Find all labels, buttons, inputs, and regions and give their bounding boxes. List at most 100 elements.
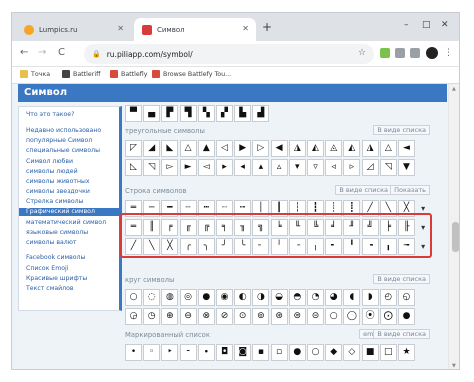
back-button[interactable]: ←	[20, 47, 28, 59]
symbol-cell[interactable]: △	[379, 140, 397, 157]
sidebar-item[interactable]: Красивые шрифты	[26, 275, 87, 283]
symbol-cell[interactable]: ◒	[270, 289, 288, 306]
symbol-cell[interactable]: ○	[307, 344, 324, 361]
symbol-cell[interactable]: ▼	[398, 159, 415, 176]
new-tab-button[interactable]: +	[262, 21, 272, 33]
maximize-button[interactable]: □	[422, 20, 431, 30]
symbol-cell[interactable]: ★	[398, 344, 415, 361]
tab-lumpics[interactable]: Lumpics.ru ✕	[16, 18, 131, 41]
symbol-cell[interactable]: ◺	[125, 159, 142, 176]
symbol-cell[interactable]: ◢	[143, 140, 161, 157]
symbol-cell[interactable]: ◖	[343, 289, 361, 306]
forward-button[interactable]: →	[38, 47, 46, 59]
symbol-cell[interactable]: ⊗	[197, 308, 215, 325]
symbol-cell[interactable]: ▸	[216, 159, 233, 176]
sidebar-item[interactable]: математический символ	[26, 219, 106, 227]
symbol-cell[interactable]: ▞	[216, 105, 233, 122]
symbol-cell[interactable]: ◙	[234, 344, 252, 361]
symbol-cell[interactable]: ▵	[270, 159, 288, 176]
extension-icon[interactable]	[410, 48, 420, 58]
sidebar-item[interactable]: языковые символы	[26, 229, 88, 237]
symbol-cell[interactable]: ►	[179, 159, 197, 176]
symbol-cell[interactable]: ▄	[143, 105, 161, 122]
symbol-cell[interactable]: ◇	[343, 344, 361, 361]
symbol-cell[interactable]: ◅	[197, 159, 215, 176]
symbol-cell[interactable]: ▶	[234, 140, 252, 157]
symbol-cell[interactable]: •	[125, 344, 142, 361]
symbol-cell[interactable]: ▀	[125, 105, 142, 122]
tab-symbol[interactable]: Символ ✕	[134, 18, 256, 41]
symbol-cell[interactable]: ⊘	[216, 308, 233, 325]
symbol-cell[interactable]: ◕	[325, 289, 343, 306]
symbol-cell[interactable]: ◆	[325, 344, 343, 361]
symbol-cell[interactable]: ◵	[398, 289, 415, 306]
symbol-cell[interactable]: ⊛	[270, 308, 288, 325]
symbol-cell[interactable]: ●	[288, 344, 306, 361]
close-tab-icon[interactable]: ✕	[117, 24, 124, 33]
symbol-cell[interactable]: ◃	[325, 159, 343, 176]
symbol-cell[interactable]: ▟	[252, 105, 270, 122]
symbol-cell[interactable]: ◔	[307, 289, 324, 306]
sidebar-item[interactable]: символы звездочки	[26, 188, 90, 196]
symbol-cell[interactable]: ◭	[343, 140, 361, 157]
sidebar-item[interactable]: Что это такое?	[26, 111, 74, 119]
list-view-button[interactable]: В виде списка	[335, 185, 392, 195]
symbol-cell[interactable]: ⊚	[252, 308, 270, 325]
sidebar-item[interactable]: Facebook символы	[26, 254, 85, 262]
bookmark-star-icon[interactable]: ☆	[358, 48, 366, 58]
sidebar-item[interactable]: Стрелка символы	[26, 198, 83, 206]
symbol-cell[interactable]: ■	[361, 344, 379, 361]
bookmark-item[interactable]: Battlefly	[110, 70, 147, 78]
symbol-cell[interactable]: ▾	[288, 159, 306, 176]
symbol-cell[interactable]: ⨀	[379, 308, 397, 325]
scroll-up-icon[interactable]: ▲	[452, 86, 456, 92]
scrollbar[interactable]: ▲ ▼	[448, 84, 459, 369]
symbol-cell[interactable]: ▷	[252, 140, 270, 157]
sidebar-item[interactable]: Символ любви	[26, 158, 73, 166]
symbol-cell[interactable]: ▚	[197, 105, 215, 122]
symbol-cell[interactable]: ⊕	[161, 308, 179, 325]
symbol-cell[interactable]: ◹	[379, 159, 397, 176]
list-view-button[interactable]: В виде списка	[373, 274, 430, 284]
symbol-cell[interactable]: ▻	[161, 159, 179, 176]
symbol-cell[interactable]: ◯	[343, 308, 361, 325]
symbol-cell[interactable]: △	[179, 140, 197, 157]
symbol-cell[interactable]: ◴	[379, 289, 397, 306]
close-window-button[interactable]: ✕	[441, 20, 449, 30]
extension-icon[interactable]	[380, 48, 390, 58]
sidebar-item[interactable]: Недавно использовано	[26, 127, 101, 135]
symbol-cell[interactable]: ‣	[161, 344, 179, 361]
bookmark-item[interactable]: Battleriff	[62, 70, 100, 78]
symbol-cell[interactable]: ◄	[398, 140, 415, 157]
address-bar[interactable]: 🔒 ru.piliapp.com/symbol/ ☆	[84, 44, 374, 64]
symbol-cell[interactable]: ◭	[307, 140, 324, 157]
symbol-cell[interactable]: ◬	[325, 140, 343, 157]
symbol-cell[interactable]: ▴	[252, 159, 270, 176]
symbol-cell[interactable]: ◸	[125, 140, 142, 157]
symbol-cell[interactable]: ▹	[343, 159, 361, 176]
sidebar-item[interactable]: Текст смайлов	[26, 285, 74, 293]
list-view-button[interactable]: В виде списка	[373, 329, 430, 339]
sidebar-item[interactable]: популярные Символ	[26, 137, 92, 145]
reload-button[interactable]: C	[58, 47, 65, 59]
symbol-cell[interactable]: ◑	[252, 289, 270, 306]
symbol-cell[interactable]: ◀	[270, 140, 288, 157]
scroll-down-icon[interactable]: ▼	[452, 363, 456, 369]
symbol-cell[interactable]: ◉	[216, 289, 233, 306]
symbol-cell[interactable]: ◮	[361, 140, 379, 157]
symbol-cell[interactable]: ◹	[143, 159, 161, 176]
symbol-cell[interactable]: ◂	[234, 159, 252, 176]
symbol-cell[interactable]: ◿	[361, 159, 379, 176]
symbol-cell[interactable]: ⊜	[288, 308, 306, 325]
symbol-cell[interactable]: ⊝	[307, 308, 324, 325]
scrollbar-thumb[interactable]	[452, 222, 459, 252]
menu-kebab-icon[interactable]: ⋮	[444, 47, 453, 59]
symbol-cell[interactable]: ◘	[216, 344, 233, 361]
symbol-cell[interactable]: ⊖	[179, 308, 197, 325]
symbol-cell[interactable]: ▿	[307, 159, 324, 176]
sidebar-item[interactable]: символы людей	[26, 168, 78, 176]
show-button[interactable]: Показать	[390, 185, 430, 195]
close-tab-icon[interactable]: ✕	[242, 24, 249, 33]
symbol-cell[interactable]: ●	[197, 289, 215, 306]
symbol-cell[interactable]: ▜	[179, 105, 197, 122]
